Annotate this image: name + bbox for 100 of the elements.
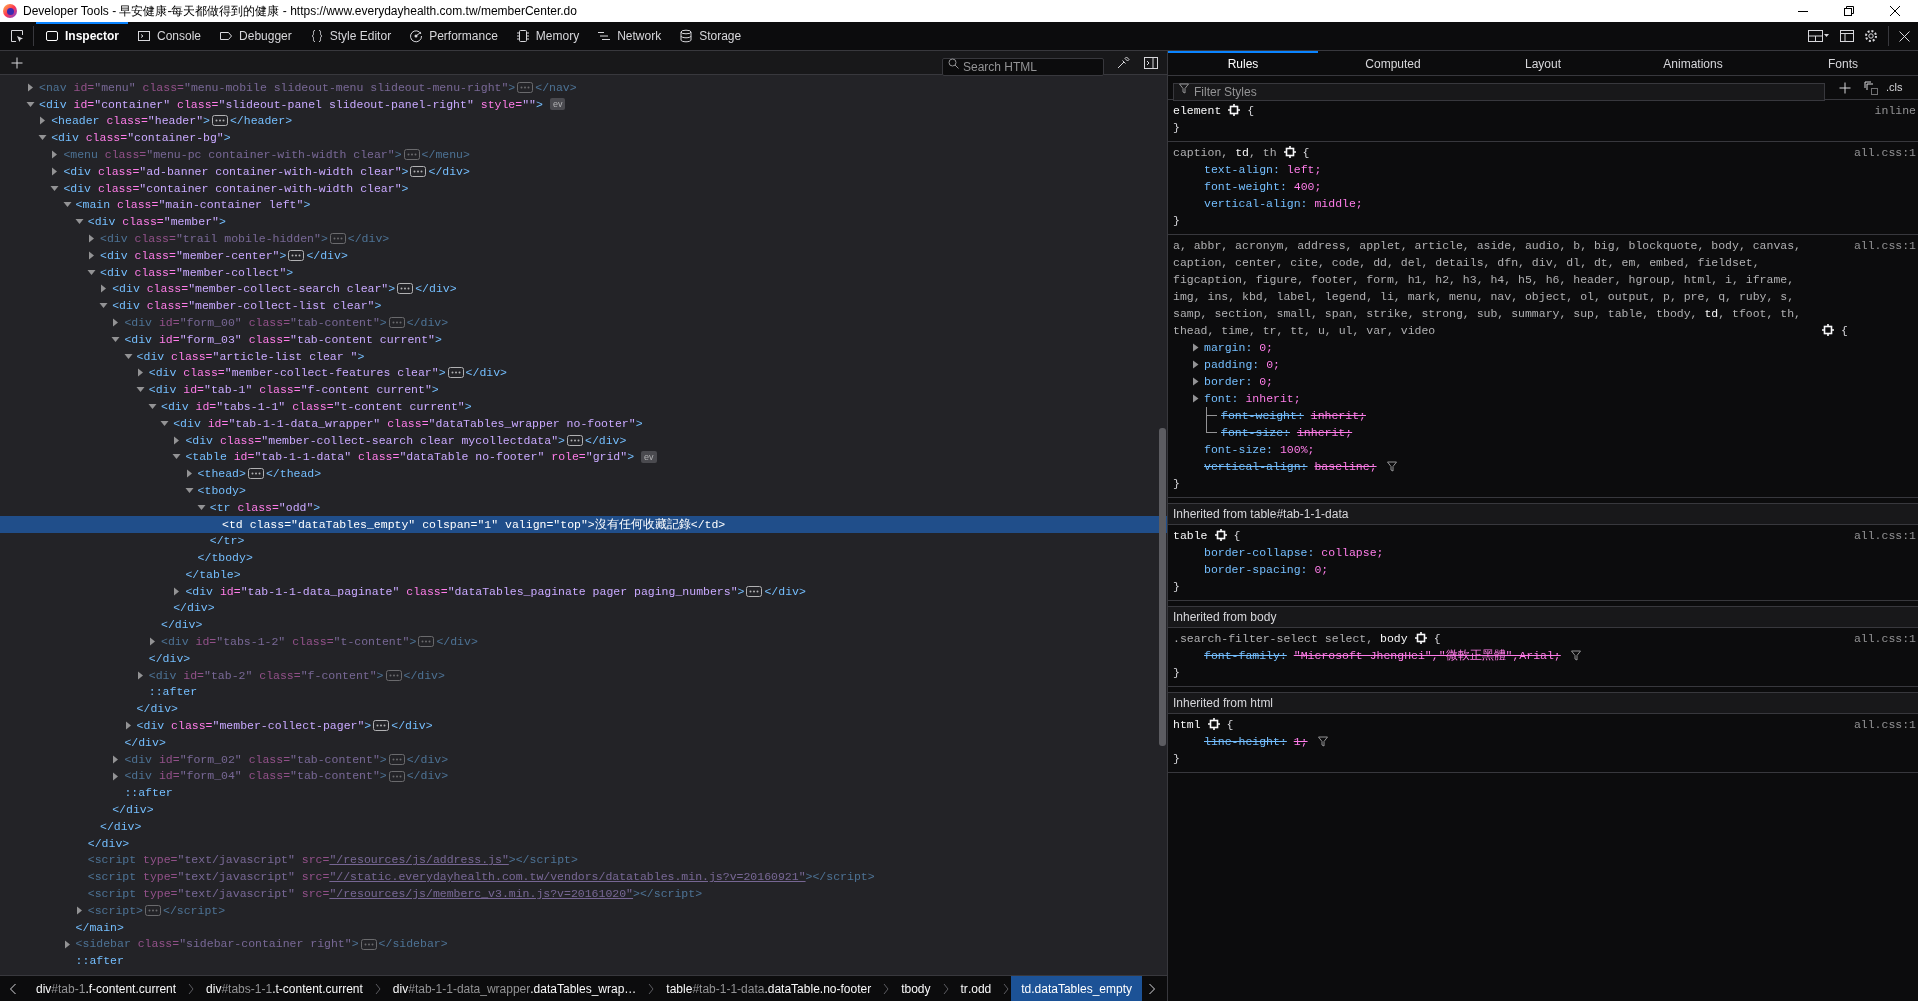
markup-line[interactable]: <tr class="odd">: [209, 498, 321, 516]
caret-right-icon[interactable]: [74, 905, 84, 915]
more-icon[interactable]: [288, 249, 305, 261]
chevron-left-icon[interactable]: [9, 982, 17, 995]
tool-tab[interactable]: Console: [128, 21, 211, 51]
markup-line[interactable]: <div class="member-center">: [100, 246, 287, 264]
sidebar-tab[interactable]: Animations: [1618, 51, 1768, 75]
markup-row[interactable]: <thead> </thead>: [0, 465, 1167, 483]
caret-right-icon[interactable]: [135, 368, 145, 378]
stylesheet-link[interactable]: all.css:1: [1853, 237, 1916, 254]
pseudo-element-label[interactable]: ::after: [124, 784, 173, 802]
caret-right-icon[interactable]: [87, 234, 96, 244]
markup-row[interactable]: <main class="main-container left">: [0, 196, 1167, 214]
markup-line[interactable]: <div id="form_03" class="tab-content current">: [124, 330, 442, 348]
caret-right-icon[interactable]: [87, 250, 96, 260]
markup-row[interactable]: <div class="ad-banner container-with-width clear"> </div>: [0, 163, 1167, 180]
markup-line[interactable]: <div class="member-collect-features clear">: [148, 364, 446, 382]
more-icon[interactable]: [211, 115, 228, 127]
event-badge[interactable]: ev: [549, 98, 566, 111]
caret-right-icon[interactable]: [50, 150, 60, 160]
caret-right-icon[interactable]: [111, 771, 121, 781]
caret-right-icon[interactable]: [50, 166, 60, 176]
markup-line[interactable]: <main class="main-container left">: [75, 196, 311, 214]
breadcrumb[interactable]: div#tab-1-1-data_wrapper.dataTables_wrap…: [382, 976, 647, 1001]
markup-row[interactable]: <div id="tab-1-1-data_wrapper" class="dataTables_wrapper no-footer">: [0, 414, 1167, 432]
search-field[interactable]: Search HTML: [942, 57, 1104, 76]
target-icon[interactable]: [1283, 146, 1296, 158]
declaration[interactable]: font-weight: inherit;: [1221, 407, 1366, 424]
caret-down-icon[interactable]: [135, 385, 145, 395]
tool-tab[interactable]: Performance: [400, 21, 507, 51]
caret-right-icon[interactable]: [111, 754, 121, 764]
caret-right-icon[interactable]: [123, 721, 133, 731]
markup-row[interactable]: <div id="tabs-1-1" class="t-content current">: [0, 398, 1167, 415]
declaration[interactable]: border-collapse: collapse;: [1204, 544, 1384, 561]
declaration[interactable]: vertical-align: baseline;: [1204, 458, 1377, 475]
markup-line[interactable]: <thead>: [197, 465, 246, 483]
filter-icon[interactable]: [1570, 650, 1581, 661]
caret-down-icon[interactable]: [111, 334, 121, 344]
stylesheet-link[interactable]: all.css:1: [1853, 527, 1916, 544]
copy-class-icon[interactable]: [1864, 80, 1878, 95]
caret-right-icon[interactable]: [99, 284, 109, 294]
tool-tab[interactable]: Network: [588, 21, 671, 51]
markup-row[interactable]: <div class="member">: [0, 213, 1167, 231]
breadcrumb[interactable]: div#tabs-1-1.t-content.current: [196, 976, 373, 1001]
split-panel-icon[interactable]: [1840, 29, 1854, 43]
restore-icon[interactable]: [1844, 6, 1854, 16]
target-icon[interactable]: [1228, 104, 1241, 116]
markup-row[interactable]: <div id="tab-1" class="f-content current">: [0, 381, 1167, 399]
cursor-box-icon[interactable]: [9, 29, 24, 43]
markup-row[interactable]: <div class="member-collect-search clear"> </div>: [0, 280, 1167, 298]
filter-field[interactable]: Filter Styles: [1173, 82, 1825, 101]
markup-line[interactable]: <div id="tab-1-1-data_paginate" class="dataTables_paginate pager paging_numbers">: [185, 582, 745, 600]
caret-down-icon[interactable]: [172, 452, 182, 462]
caret-right-icon[interactable]: [135, 670, 145, 680]
close-icon[interactable]: [1890, 6, 1900, 16]
more-icon[interactable]: [397, 283, 414, 295]
more-icon[interactable]: [447, 367, 464, 379]
declaration[interactable]: font-size: 100%;: [1204, 441, 1315, 458]
markup-line[interactable]: <div class="member-collect-list clear">: [112, 297, 382, 315]
caret-right-icon[interactable]: [184, 469, 194, 479]
pseudo-element-label[interactable]: ::after: [148, 683, 198, 701]
declaration[interactable]: font: inherit;: [1204, 390, 1301, 407]
markup-row[interactable]: <div class="article-list clear ">: [0, 347, 1167, 365]
target-icon[interactable]: [1821, 324, 1834, 336]
plus-icon[interactable]: [11, 56, 23, 69]
tool-tab[interactable]: Style Editor: [300, 21, 401, 51]
markup-line[interactable]: <div id="container" class="slideout-panel slideout-panel-right" style="">: [39, 95, 543, 113]
stylesheet-link[interactable]: all.css:1: [1853, 144, 1916, 161]
caret-right-icon[interactable]: [1192, 394, 1200, 403]
caret-down-icon[interactable]: [148, 402, 157, 412]
markup-line[interactable]: <div class="member">: [87, 213, 226, 231]
markup-line[interactable]: <div id="tabs-1-1" class="t-content current">: [161, 397, 472, 416]
sidebar-tab[interactable]: Computed: [1318, 51, 1468, 75]
sidebar-tab[interactable]: Rules: [1168, 51, 1318, 75]
sidebar-toggle-icon[interactable]: [1144, 55, 1158, 70]
caret-down-icon[interactable]: [50, 183, 60, 193]
markup-line[interactable]: <div class="article-list clear ">: [136, 347, 365, 365]
tool-tab[interactable]: Debugger: [210, 21, 301, 51]
declaration[interactable]: padding: 0;: [1204, 356, 1280, 373]
markup-row[interactable]: <td class="dataTables_empty" colspan="1" valign="top">沒有任何收藏記錄</td>: [0, 515, 1167, 533]
declaration[interactable]: border-spacing: 0;: [1204, 561, 1329, 578]
eyedropper-icon[interactable]: [1116, 55, 1130, 70]
markup-line[interactable]: <div class="container container-with-width clear">: [63, 179, 409, 197]
markup-line[interactable]: <div class="container-bg">: [51, 129, 231, 147]
caret-right-icon[interactable]: [111, 318, 121, 328]
breadcrumb[interactable]: tbody: [891, 976, 941, 1001]
tool-tab[interactable]: Memory: [506, 21, 589, 51]
caret-right-icon[interactable]: [1192, 360, 1200, 369]
caret-down-icon[interactable]: [74, 217, 84, 227]
scrollbar[interactable]: [1159, 428, 1166, 746]
markup-row[interactable]: <div class="member-collect-list clear">: [0, 297, 1167, 315]
markup-row[interactable]: <tr class="odd">: [0, 498, 1167, 516]
caret-down-icon[interactable]: [26, 99, 35, 109]
breadcrumb[interactable]: td.dataTables_empty: [1011, 976, 1142, 1001]
caret-right-icon[interactable]: [26, 82, 35, 92]
stylesheet-link[interactable]: all.css:1: [1853, 630, 1916, 647]
caret-right-icon[interactable]: [172, 435, 182, 445]
markup-row[interactable]: ::after: [0, 952, 1167, 970]
caret-right-icon[interactable]: [172, 586, 182, 596]
caret-down-icon[interactable]: [62, 200, 72, 210]
